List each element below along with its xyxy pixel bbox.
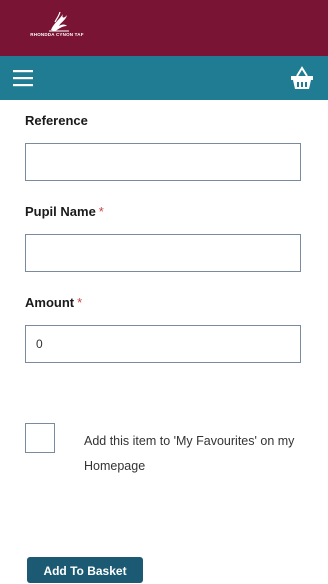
reference-label: Reference (25, 113, 88, 128)
pupil-name-input[interactable] (25, 234, 301, 272)
basket-icon[interactable] (290, 65, 314, 91)
required-marker: * (77, 295, 83, 310)
amount-input[interactable] (25, 325, 301, 363)
reference-input[interactable] (25, 143, 301, 181)
add-to-basket-button[interactable]: Add To Basket (27, 557, 143, 583)
council-logo[interactable]: RHONDDA CYNON TAF (29, 10, 85, 44)
pupil-name-label: Pupil Name * (25, 204, 104, 219)
dragon-logo-icon (49, 11, 69, 32)
favourites-label: Add this item to 'My Favourites' on my H… (84, 434, 295, 473)
nav-bar (0, 56, 328, 100)
amount-label: Amount * (25, 295, 82, 310)
amount-label-text: Amount (25, 295, 75, 310)
hamburger-menu-icon[interactable] (12, 68, 36, 88)
logo-text: RHONDDA CYNON TAF (30, 32, 84, 37)
brand-header: RHONDDA CYNON TAF (0, 0, 328, 56)
reference-label-text: Reference (25, 113, 88, 128)
favourites-checkbox[interactable] (25, 423, 55, 453)
pupil-name-label-text: Pupil Name (25, 204, 96, 219)
required-marker: * (98, 204, 104, 219)
